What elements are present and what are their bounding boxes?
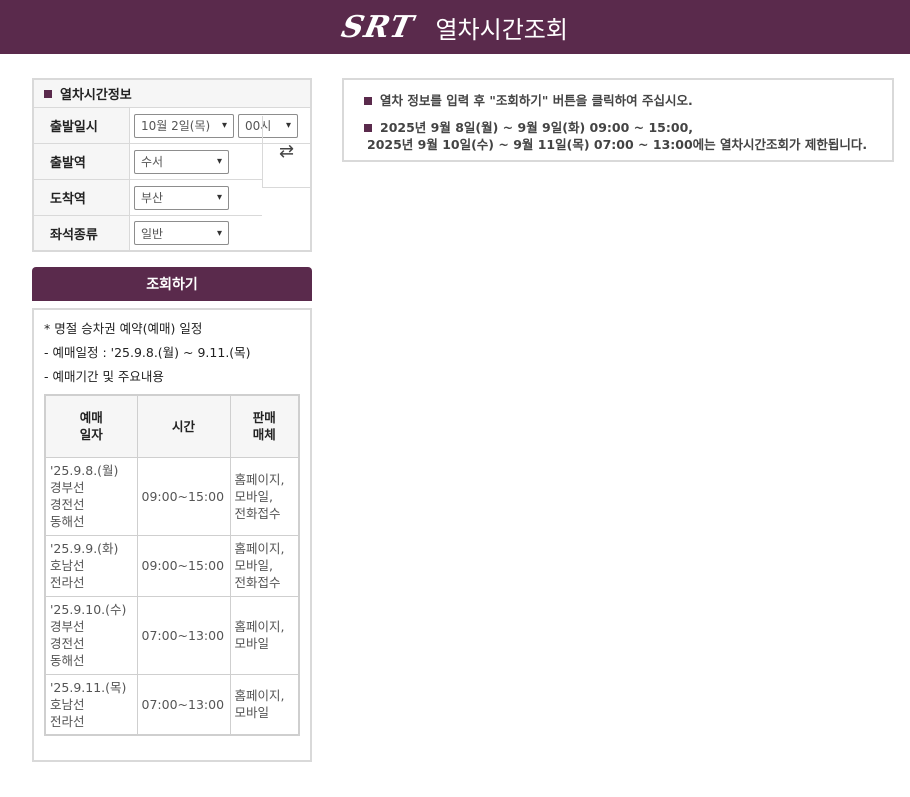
seat-type-label: 좌석종류 [34,216,130,250]
holiday-notice-box: * 명절 승차권 예약(예매) 일정 - 예매일정 : '25.9.8.(월) … [32,308,312,762]
swap-arrows-icon: ⇄ [278,141,295,162]
table-row: '25.9.8.(월) 경부선 경전선 동해선 09:00~15:00 홈페이지… [44,456,300,536]
notice-period: - 예매일정 : '25.9.8.(월) ~ 9.11.(목) [44,345,251,360]
info-text-1: 열차 정보를 입력 후 "조회하기" 버튼을 클릭하여 주십시오. [380,93,693,108]
srt-logo: SRT [338,9,418,45]
info-text-2a: 2025년 9월 8일(월) ~ 9월 9일(화) 09:00 ~ 15:00, [380,120,694,135]
info-text-2b: 2025년 9월 10일(수) ~ 9월 11일(목) 07:00 ~ 13:0… [367,137,868,152]
swap-stations-button[interactable]: ⇄ [262,116,310,188]
form-title: 열차시간정보 [60,88,132,103]
chevron-down-icon: ▾ [221,120,227,131]
arrival-station-row: 도착역 부산 ▾ [34,180,262,216]
table-header-media: 판매 매체 [229,394,300,458]
square-bullet-icon [364,124,372,132]
chevron-down-icon: ▾ [216,192,222,203]
seat-type-value: 일반 [141,226,164,241]
row-time: 07:00~13:00 [136,673,231,736]
form-header: 열차시간정보 [34,80,310,108]
arrival-station-select[interactable]: 부산 ▾ [134,185,229,210]
departure-station-select[interactable]: 수서 ▾ [134,149,229,174]
row-time: 07:00~13:00 [136,595,231,675]
arrival-station-label: 도착역 [34,180,130,215]
chevron-down-icon: ▾ [216,156,222,167]
row-date: '25.9.8.(월) 경부선 경전선 동해선 [44,456,138,536]
square-bullet-icon [44,89,52,98]
table-row: '25.9.11.(목) 호남선 전라선 07:00~13:00 홈페이지, 모… [44,673,300,736]
schedule-table: 예매 일자 시간 판매 매체 '25.9.8.(월) 경부선 경전선 동해선 0… [44,394,300,736]
row-media: 홈페이지, 모바일 [229,673,300,736]
arrival-station-value: 부산 [141,191,164,205]
departure-station-label: 출발역 [34,144,130,179]
row-media: 홈페이지, 모바일, 전화접수 [229,534,300,597]
table-header-date: 예매 일자 [44,394,138,458]
info-line-2: 2025년 9월 8일(월) ~ 9월 9일(화) 09:00 ~ 15:00, [364,119,872,136]
square-bullet-icon [364,97,372,105]
row-media: 홈페이지, 모바일, 전화접수 [229,456,300,536]
row-date: '25.9.9.(화) 호남선 전라선 [44,534,138,597]
row-time: 09:00~15:00 [136,456,231,536]
table-header-time: 시간 [136,394,231,458]
seat-type-select[interactable]: 일반 ▾ [134,221,229,245]
row-time: 09:00~15:00 [136,534,231,597]
notice-subtitle: - 예매기간 및 주요내용 [44,369,164,384]
departure-date-label: 출발일시 [34,108,130,143]
row-date: '25.9.10.(수) 경부선 경전선 동해선 [44,595,138,675]
departure-station-row: 출발역 수서 ▾ [34,144,262,180]
seat-type-row: 좌석종류 일반 ▾ [34,216,310,250]
page-title: 열차시간조회 [435,15,568,44]
date-select[interactable]: 10월 2일(목) ▾ [134,113,234,138]
train-info-form: 열차시간정보 출발일시 10월 2일(목) ▾ 00시 ▾ 출발역 수서 ▾ 도… [32,78,312,252]
notice-title: * 명절 승차권 예약(예매) 일정 [44,321,203,336]
header-bar: SRT 열차시간조회 [0,0,910,54]
table-row: '25.9.9.(화) 호남선 전라선 09:00~15:00 홈페이지, 모바… [44,534,300,597]
row-date: '25.9.11.(목) 호남선 전라선 [44,673,138,736]
chevron-down-icon: ▾ [216,227,222,239]
info-line-1: 열차 정보를 입력 후 "조회하기" 버튼을 클릭하여 주십시오. [364,92,872,109]
row-media: 홈페이지, 모바일 [229,595,300,675]
info-notice-box: 열차 정보를 입력 후 "조회하기" 버튼을 클릭하여 주십시오. 2025년 … [342,78,894,162]
search-button[interactable]: 조회하기 [32,267,312,301]
departure-station-value: 수서 [141,155,164,169]
date-select-value: 10월 2일(목) [141,119,211,133]
table-row: '25.9.10.(수) 경부선 경전선 동해선 07:00~13:00 홈페이… [44,595,300,675]
